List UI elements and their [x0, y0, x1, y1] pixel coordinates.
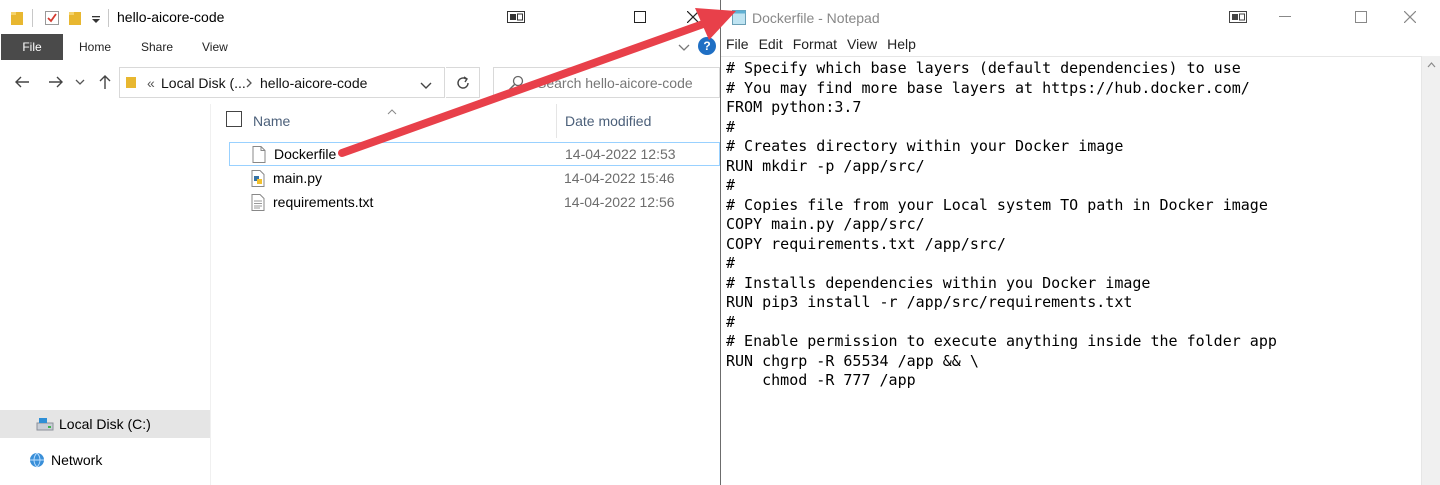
file-name: main.py [273, 170, 323, 186]
python-file-icon [251, 170, 265, 190]
file-row[interactable]: Dockerfile 14-04-2022 12:53 [229, 142, 720, 166]
network-icon [28, 452, 46, 468]
chevron-right-icon[interactable] [245, 77, 253, 92]
file-date: 14-04-2022 12:56 [564, 194, 675, 210]
breadcrumb-overflow[interactable]: « [147, 75, 155, 91]
explorer-titlebar: hello-aicore-code [0, 0, 720, 34]
tab-share[interactable]: Share [141, 34, 173, 60]
up-button[interactable] [95, 72, 115, 92]
tab-view[interactable]: View [202, 34, 228, 60]
drive-icon [36, 416, 54, 432]
file-date: 14-04-2022 15:46 [564, 170, 675, 186]
menu-format[interactable]: Format [788, 36, 842, 56]
forward-button[interactable] [46, 72, 66, 92]
column-header-name[interactable]: Name [253, 113, 290, 129]
search-box[interactable]: Search hello-aicore-code [493, 67, 720, 98]
maximize-button[interactable] [1338, 0, 1384, 34]
help-icon[interactable]: ? [698, 37, 716, 55]
close-button[interactable] [1387, 0, 1433, 34]
notepad-icon [731, 9, 747, 28]
menu-view[interactable]: View [842, 36, 882, 56]
menu-file[interactable]: File [721, 36, 754, 56]
close-button[interactable] [670, 0, 716, 34]
nav-item-local-disk[interactable]: Local Disk (C:) [0, 410, 210, 438]
breadcrumb-current[interactable]: hello-aicore-code [260, 75, 367, 91]
snap-icon[interactable] [493, 0, 539, 34]
tab-file[interactable]: File [1, 34, 63, 60]
window-title: Dockerfile - Notepad [752, 10, 880, 26]
scroll-up-icon[interactable] [1422, 56, 1440, 73]
folder-icon [125, 75, 137, 92]
window-title: hello-aicore-code [117, 9, 225, 25]
file-date: 14-04-2022 12:53 [565, 146, 676, 162]
notepad-window: Dockerfile - Notepad File Edit Format Vi… [720, 0, 1440, 485]
snap-icon[interactable] [1215, 0, 1261, 34]
properties-icon[interactable] [44, 9, 60, 27]
file-explorer-window: hello-aicore-code File Home Share View ? [0, 0, 720, 485]
nav-item-label: Local Disk (C:) [59, 416, 151, 432]
maximize-button[interactable] [617, 0, 663, 34]
back-button[interactable] [12, 72, 32, 92]
chevron-down-icon[interactable] [420, 78, 432, 93]
editor-content[interactable]: # Specify which base layers (default dep… [726, 59, 1277, 391]
file-name: requirements.txt [273, 194, 374, 210]
folder-icon [10, 9, 24, 27]
notepad-titlebar: Dockerfile - Notepad [721, 0, 1440, 34]
vertical-scrollbar[interactable] [1421, 56, 1440, 485]
text-editor[interactable]: # Specify which base layers (default dep… [721, 56, 1421, 485]
tab-home[interactable]: Home [79, 34, 111, 60]
search-icon [508, 75, 524, 94]
menu-help[interactable]: Help [882, 36, 921, 56]
address-bar[interactable]: « Local Disk (... hello-aicore-code [119, 67, 445, 98]
file-row[interactable]: main.py 14-04-2022 15:46 [229, 167, 720, 191]
new-folder-icon[interactable] [68, 9, 82, 27]
search-input[interactable]: Search hello-aicore-code [537, 75, 693, 91]
column-header-date[interactable]: Date modified [565, 113, 651, 129]
minimize-button[interactable] [1262, 0, 1308, 34]
select-all-checkbox[interactable] [226, 111, 242, 127]
breadcrumb-parent[interactable]: Local Disk (... [161, 75, 246, 91]
menu-edit[interactable]: Edit [754, 36, 788, 56]
recent-locations-icon[interactable] [73, 72, 87, 92]
blank-file-icon [252, 146, 266, 166]
text-file-icon [251, 194, 265, 214]
refresh-button[interactable] [446, 67, 480, 98]
customize-toolbar-icon[interactable] [91, 9, 101, 27]
file-row[interactable]: requirements.txt 14-04-2022 12:56 [229, 191, 720, 215]
nav-item-label: Network [51, 452, 103, 468]
file-name: Dockerfile [274, 146, 337, 162]
expand-ribbon-icon[interactable] [678, 40, 690, 55]
nav-item-network[interactable]: Network [0, 446, 210, 474]
menu-bar: File Edit Format View Help [721, 36, 921, 56]
ribbon-tabs: File Home Share View ? [0, 34, 720, 60]
sort-ascending-icon[interactable] [387, 103, 397, 118]
